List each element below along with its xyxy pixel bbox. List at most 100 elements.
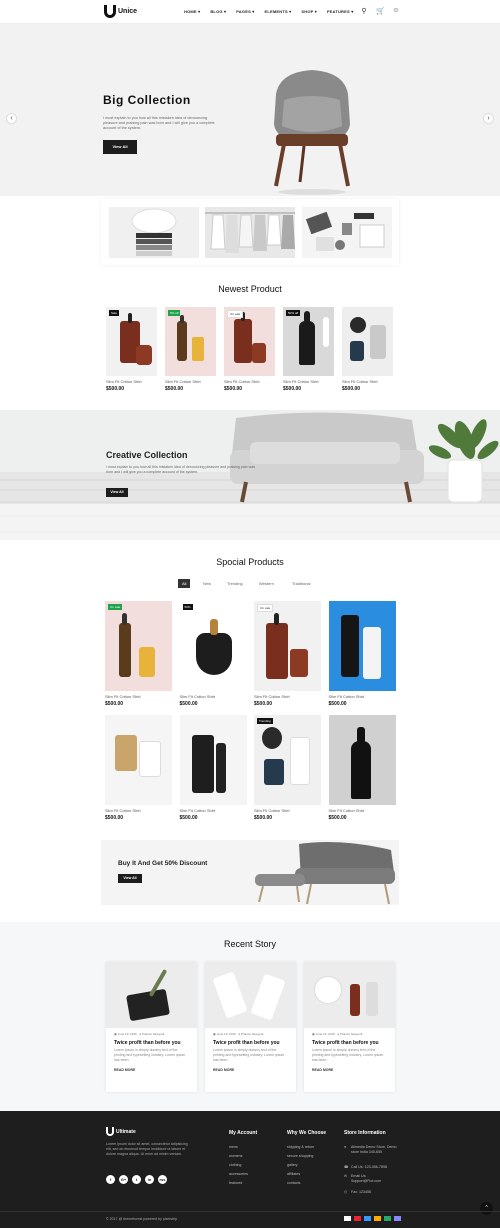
footer-link-clothing[interactable]: clothing — [229, 1163, 241, 1167]
footer-link-womens[interactable]: womens — [229, 1154, 242, 1158]
product-image[interactable] — [328, 715, 396, 805]
footer-about: Lorem ipsum dolor sit amet, consectetur … — [106, 1142, 188, 1156]
product-image[interactable]: Trending — [254, 715, 321, 805]
discount-title: Buy It And Get 50% Discount — [118, 860, 208, 867]
product-image[interactable]: 5% off — [165, 307, 216, 376]
product-card[interactable]: On sale Slim Fit Cotton Shirt $500.00 — [224, 307, 275, 392]
amex-icon — [384, 1216, 391, 1221]
search-icon[interactable]: ⚲ — [360, 7, 368, 15]
story-image[interactable] — [106, 962, 197, 1028]
footer-link-shipping[interactable]: shipping & return — [287, 1145, 314, 1149]
nav-shop[interactable]: SHOP — [301, 9, 317, 14]
product-image[interactable]: On sale — [224, 307, 275, 376]
product-image[interactable] — [328, 601, 396, 691]
product-name[interactable]: Slim Fit Cotton Shirt — [329, 694, 396, 699]
product-card[interactable]: Slim Fit Cotton Shirt $500.00 — [328, 715, 396, 821]
product-name[interactable]: Slim Fit Cotton Shirt — [180, 694, 247, 699]
tab-traditional[interactable]: Traditional — [288, 579, 315, 588]
product-image[interactable]: On sale — [254, 601, 321, 691]
nav-home[interactable]: HOME — [184, 9, 200, 14]
category-folded-shirts[interactable] — [109, 207, 199, 258]
tab-western[interactable]: Western — [255, 579, 278, 588]
product-card[interactable]: 50% off Slim Fit Cotton Shirt $500.00 — [283, 307, 334, 392]
footer-logo[interactable]: Ultimate — [106, 1127, 136, 1136]
product-card[interactable]: 5% off Slim Fit Cotton Shirt $500.00 — [165, 307, 216, 392]
footer-link-mens[interactable]: mens — [229, 1145, 238, 1149]
footer-link-featured[interactable]: featured — [229, 1181, 242, 1185]
rss-icon[interactable]: rss — [158, 1175, 167, 1184]
discount-view-all-button[interactable]: View All — [118, 874, 142, 883]
product-name[interactable]: Slim Fit Cotton Shirt — [224, 379, 275, 384]
product-name[interactable]: Slim Fit Cotton Shirt — [180, 808, 247, 813]
read-more-link[interactable]: READ MORE — [106, 1063, 197, 1072]
product-name[interactable]: Slim Fit Cotton Shirt — [283, 379, 334, 384]
armchair-image — [274, 70, 350, 195]
product-image[interactable]: 50% — [179, 601, 247, 691]
product-card[interactable]: On sale Slim Fit Cotton Shirt $500.00 — [105, 601, 172, 707]
product-image[interactable]: On sale — [105, 601, 172, 691]
product-image[interactable] — [342, 307, 393, 376]
footer-link-affiliates[interactable]: affiliates — [287, 1172, 300, 1176]
slider-prev-button[interactable]: ‹ — [6, 113, 17, 124]
product-card[interactable]: Slim Fit Cotton Shirt $500.00 — [342, 307, 393, 392]
story-title[interactable]: Twice profit than before you — [106, 1036, 197, 1046]
logo[interactable]: Unice — [104, 5, 137, 18]
nav-pages[interactable]: PAGES — [236, 9, 254, 14]
hero-view-all-button[interactable]: View All — [103, 140, 137, 154]
footer-link-accessories[interactable]: accessories — [229, 1172, 248, 1176]
story-card[interactable]: ▣ June 19, 2016 ● Pranics Newyork Twice … — [304, 962, 395, 1092]
product-image[interactable] — [179, 715, 247, 805]
user-icon[interactable]: ☺ — [392, 7, 400, 15]
story-title[interactable]: Twice profit than before you — [304, 1036, 395, 1046]
product-badge: On sale — [227, 310, 244, 318]
slider-next-button[interactable]: › — [483, 113, 494, 124]
tab-trending[interactable]: Trending — [223, 579, 247, 588]
footer-link-contacts[interactable]: contacts — [287, 1181, 300, 1185]
product-card[interactable]: On sale Slim Fit Cotton Shirt $500.00 — [254, 601, 321, 707]
google-plus-icon[interactable]: G+ — [119, 1175, 128, 1184]
story-title[interactable]: Twice profit than before you — [205, 1036, 296, 1046]
product-image[interactable]: Sale — [106, 307, 157, 376]
read-more-link[interactable]: READ MORE — [205, 1063, 296, 1072]
product-name[interactable]: Slim Fit Cotton Shirt — [329, 808, 396, 813]
cart-icon[interactable]: 🛒 — [376, 7, 385, 15]
product-image[interactable]: 50% off — [283, 307, 334, 376]
story-card[interactable]: ▣ June 19, 2016 ● Pranics Newyork Twice … — [106, 962, 197, 1092]
product-image[interactable] — [105, 715, 172, 805]
creative-view-all-button[interactable]: View All — [106, 488, 128, 497]
product-card[interactable]: Slim Fit Cotton Shirt $500.00 — [105, 715, 172, 821]
product-name[interactable]: Slim Fit Cotton Shirt — [105, 694, 172, 699]
product-name[interactable]: Slim Fit Cotton Shirt — [105, 808, 172, 813]
category-accessories[interactable] — [302, 207, 392, 258]
product-badge: On sale — [108, 604, 123, 610]
footer-link-gallery[interactable]: gallery — [287, 1163, 298, 1167]
product-name[interactable]: Slim Fit Cotton Shirt — [254, 808, 321, 813]
story-author: Pranics Newyork — [339, 1032, 363, 1036]
footer-link-secure[interactable]: secure shopping — [287, 1154, 313, 1158]
product-name[interactable]: Slim Fit Cotton Shirt — [106, 379, 157, 384]
product-price: $500.00 — [254, 815, 273, 821]
read-more-link[interactable]: READ MORE — [304, 1063, 395, 1072]
product-card[interactable]: Slim Fit Cotton Shirt $500.00 — [328, 601, 396, 707]
facebook-icon[interactable]: f — [106, 1175, 115, 1184]
product-name[interactable]: Slim Fit Cotton Shirt — [165, 379, 216, 384]
back-to-top-button[interactable]: ^ — [480, 1202, 493, 1215]
product-card[interactable]: Sale Slim Fit Cotton Shirt $500.00 — [106, 307, 157, 392]
story-card[interactable]: ▣ June 19, 2016 ● Pranics Newyork Twice … — [205, 962, 296, 1092]
twitter-icon[interactable]: t — [132, 1175, 141, 1184]
nav-elements[interactable]: ELEMENTS — [264, 9, 291, 14]
product-card[interactable]: 50% Slim Fit Cotton Shirt $500.00 — [179, 601, 247, 707]
product-name[interactable]: Slim Fit Cotton Shirt — [254, 694, 321, 699]
product-card[interactable]: Trending Slim Fit Cotton Shirt $500.00 — [254, 715, 321, 821]
instagram-icon[interactable]: in — [145, 1175, 154, 1184]
nav-blog[interactable]: BLOG — [210, 9, 226, 14]
product-card[interactable]: Slim Fit Cotton Shirt $500.00 — [179, 715, 247, 821]
story-image[interactable] — [304, 962, 395, 1028]
category-clothes-rack[interactable] — [205, 207, 295, 258]
tab-new[interactable]: New — [199, 579, 215, 588]
product-name[interactable]: Slim Fit Cotton Shirt — [342, 379, 393, 384]
tab-all[interactable]: All — [178, 579, 191, 588]
nav-features[interactable]: FEATURES — [327, 9, 353, 14]
product-price: $500.00 — [105, 701, 124, 707]
story-image[interactable] — [205, 962, 296, 1028]
